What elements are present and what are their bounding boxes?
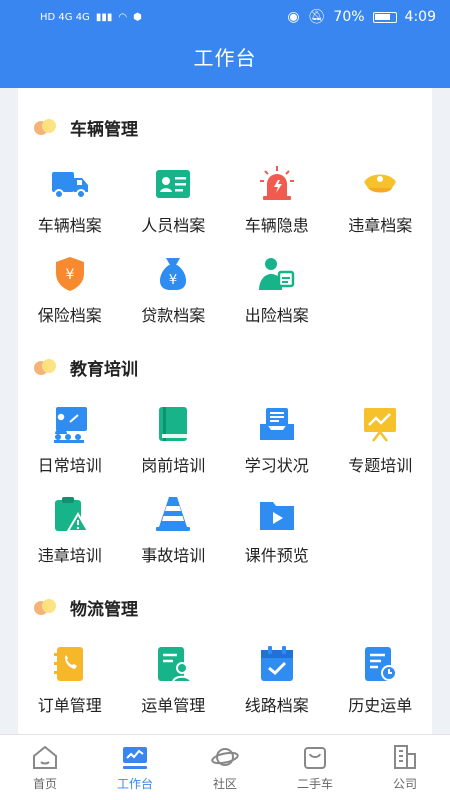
tile-label: 车辆隐患	[244, 216, 309, 235]
tile-vehicle-archive[interactable]: 车辆档案	[18, 160, 122, 250]
mute-icon: 🔕︎	[307, 9, 326, 25]
app-header: HD 4G 4G ▮▮▮ ◠ ⬢ ◉ 🔕︎ 70% 4:09 工作台	[0, 0, 450, 88]
tile-courseware-preview[interactable]: 课件预览	[225, 490, 329, 580]
planet-icon	[211, 748, 239, 766]
tile-label: 订单管理	[37, 696, 102, 715]
chart-easel-icon	[364, 408, 397, 442]
tile-violation-archive[interactable]: 违章档案	[329, 160, 433, 250]
tile-topic-training[interactable]: 专题培训	[329, 400, 433, 490]
teacher-board-icon	[53, 407, 87, 443]
section-header-logistics: 物流管理	[34, 594, 138, 620]
tile-history-waybill[interactable]: 历史运单	[329, 640, 433, 730]
clock-time: 4:09	[404, 9, 436, 25]
tile-vehicle-hazard[interactable]: 车辆隐患	[225, 160, 329, 250]
section-title: 教育培训	[70, 359, 138, 380]
svg-text:¥: ¥	[169, 273, 177, 288]
shopping-bag-icon	[304, 747, 326, 769]
tab-company[interactable]: 公司	[360, 735, 450, 800]
tile-label: 违章档案	[348, 216, 413, 235]
battery-icon	[372, 11, 397, 23]
tab-used-car[interactable]: 二手车	[270, 735, 360, 800]
tile-accident-training[interactable]: 事故培训	[122, 490, 226, 580]
id-card-icon	[156, 170, 191, 198]
tab-label: 首页	[32, 777, 57, 791]
tile-label: 保险档案	[37, 306, 102, 325]
tab-home[interactable]: 首页	[0, 735, 90, 800]
clipboard-warning-icon	[54, 497, 90, 532]
tile-label: 车辆档案	[37, 216, 102, 235]
truck-icon	[51, 172, 88, 199]
signal-icon: ▮▮▮	[95, 11, 113, 23]
tile-claim-archive[interactable]: 出险档案	[225, 250, 329, 340]
tile-label: 课件预览	[244, 546, 309, 565]
user-document-icon	[158, 647, 193, 683]
tile-label: 运单管理	[141, 696, 206, 715]
tile-personnel-archive[interactable]: 人员档案	[122, 160, 226, 250]
tab-label: 二手车	[296, 777, 333, 791]
person-report-icon	[258, 258, 294, 290]
section-title: 车辆管理	[70, 119, 138, 140]
battery-percent: 70%	[333, 9, 365, 25]
tile-waybill-management[interactable]: 运单管理	[122, 640, 226, 730]
tab-label: 社区	[212, 777, 237, 791]
tile-daily-training[interactable]: 日常培训	[18, 400, 122, 490]
tile-order-management[interactable]: 订单管理	[18, 640, 122, 730]
tile-loan-archive[interactable]: ¥ 贷款档案	[122, 250, 226, 340]
tile-label: 专题培训	[348, 456, 413, 475]
tile-label: 日常培训	[37, 456, 102, 475]
traffic-cone-icon	[156, 497, 191, 531]
network-label: HD 4G 4G	[40, 11, 90, 23]
yuan-shield-icon: ¥	[55, 257, 84, 291]
section-dots-icon	[34, 118, 60, 136]
alarm-light-icon	[259, 166, 294, 200]
tab-workbench[interactable]: 工作台	[90, 735, 180, 800]
money-bag-icon: ¥	[160, 258, 187, 290]
calendar-check-icon	[260, 646, 293, 681]
section-grid-logistics: 订单管理 运单管理 线路档案 历史运单	[18, 640, 432, 730]
section-grid-education: 日常培训 岗前培训 学习状况 专题培训 违章培训 事故培训 课件预览	[18, 400, 432, 580]
tile-label: 线路档案	[244, 696, 309, 715]
tile-label: 贷款档案	[141, 306, 206, 325]
tile-violation-training[interactable]: 违章培训	[18, 490, 122, 580]
tile-pre-job-training[interactable]: 岗前培训	[122, 400, 226, 490]
tab-community[interactable]: 社区	[180, 735, 270, 800]
building-icon	[394, 745, 416, 769]
section-header-vehicle: 车辆管理	[34, 114, 138, 140]
tab-label: 工作台	[116, 777, 153, 791]
tile-route-archive[interactable]: 线路档案	[225, 640, 329, 730]
tile-label: 岗前培训	[141, 456, 206, 475]
video-folder-icon	[259, 502, 294, 530]
bottom-tab-bar: 首页 工作台 社区 二手车 公司	[0, 734, 450, 800]
police-cap-icon	[364, 174, 397, 193]
tile-insurance-archive[interactable]: ¥ 保险档案	[18, 250, 122, 340]
status-bar: HD 4G 4G ▮▮▮ ◠ ⬢ ◉ 🔕︎ 70% 4:09	[0, 0, 450, 34]
tab-label: 公司	[392, 777, 417, 791]
tile-label: 历史运单	[348, 696, 413, 715]
inbox-list-icon	[259, 408, 294, 440]
document-clock-icon	[365, 647, 398, 681]
phone-book-icon	[53, 647, 83, 681]
tile-label: 人员档案	[141, 216, 206, 235]
home-icon	[33, 745, 57, 769]
wifi-icon: ◠	[118, 11, 128, 23]
workbench-card: 车辆管理 车辆档案 人员档案 车辆隐患 违章档案 ¥ 保险档案 ¥ 贷款档案 出…	[18, 88, 432, 734]
section-title: 物流管理	[70, 599, 138, 620]
section-dots-icon	[34, 358, 60, 376]
book-icon	[159, 407, 188, 441]
eye-icon: ◉	[287, 9, 300, 25]
tile-label: 违章培训	[37, 546, 102, 565]
section-header-education: 教育培训	[34, 354, 138, 380]
tile-label: 学习状况	[244, 456, 309, 475]
tile-label: 出险档案	[244, 306, 309, 325]
svg-text:¥: ¥	[65, 267, 74, 283]
tile-study-status[interactable]: 学习状况	[225, 400, 329, 490]
section-grid-vehicle: 车辆档案 人员档案 车辆隐患 违章档案 ¥ 保险档案 ¥ 贷款档案 出险档案	[18, 160, 432, 340]
page-title: 工作台	[193, 46, 257, 70]
tile-label: 事故培训	[141, 546, 206, 565]
network-status: HD 4G 4G ▮▮▮ ◠ ⬢	[40, 12, 142, 23]
shield-icon: ⬢	[133, 11, 142, 23]
monitor-chart-icon	[123, 747, 147, 769]
section-dots-icon	[34, 598, 60, 616]
